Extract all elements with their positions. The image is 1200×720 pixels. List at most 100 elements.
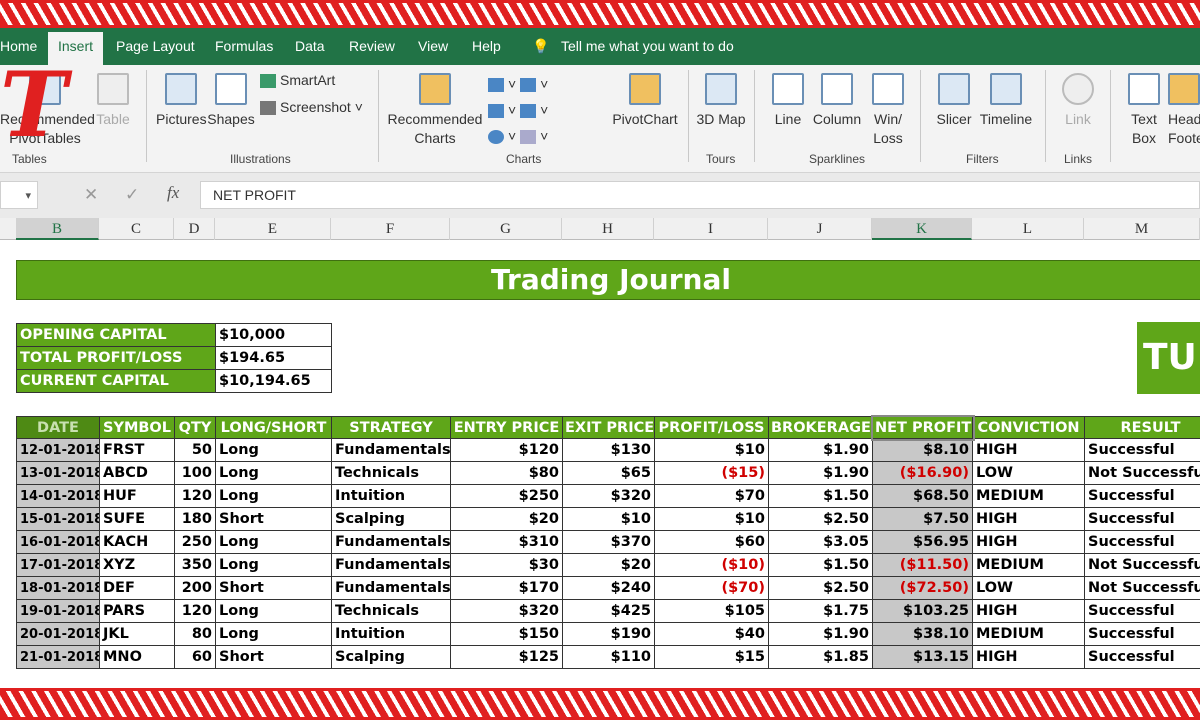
header-long-short[interactable]: LONG/SHORT: [215, 416, 332, 439]
cell-profit-loss[interactable]: ($15): [654, 461, 769, 485]
formula-input[interactable]: NET PROFIT: [200, 181, 1200, 209]
column-header-e[interactable]: E: [215, 218, 331, 240]
tab-view[interactable]: View: [418, 38, 448, 54]
header-profit-loss[interactable]: PROFIT/LOSS: [654, 416, 769, 439]
cell-qty[interactable]: 350: [174, 553, 216, 577]
cell-qty[interactable]: 180: [174, 507, 216, 531]
cell-entry-price[interactable]: $30: [450, 553, 563, 577]
cell-exit-price[interactable]: $130: [562, 438, 655, 462]
cell-long-short[interactable]: Short: [215, 507, 332, 531]
cell-date[interactable]: 15-01-2018: [16, 507, 100, 531]
cell-strategy[interactable]: Scalping: [331, 645, 451, 669]
cell-exit-price[interactable]: $20: [562, 553, 655, 577]
cell-qty[interactable]: 120: [174, 484, 216, 508]
cell-entry-price[interactable]: $250: [450, 484, 563, 508]
cell-symbol[interactable]: JKL: [99, 622, 175, 646]
column-header-d[interactable]: D: [174, 218, 215, 240]
cell-qty[interactable]: 200: [174, 576, 216, 600]
cell-entry-price[interactable]: $320: [450, 599, 563, 623]
table-button[interactable]: Table: [95, 73, 131, 129]
tab-review[interactable]: Review: [349, 38, 395, 54]
cell-exit-price[interactable]: $110: [562, 645, 655, 669]
cell-net-profit[interactable]: $56.95: [872, 530, 973, 554]
column-header-j[interactable]: J: [768, 218, 872, 240]
header-qty[interactable]: QTY: [174, 416, 216, 439]
cell-conviction[interactable]: HIGH: [972, 438, 1085, 462]
cell-conviction[interactable]: LOW: [972, 461, 1085, 485]
cell-entry-price[interactable]: $20: [450, 507, 563, 531]
summary-label[interactable]: TOTAL PROFIT/LOSS: [16, 346, 216, 370]
sparkline-winloss-button[interactable]: Win/ Loss: [868, 73, 908, 148]
cell-date[interactable]: 17-01-2018: [16, 553, 100, 577]
header-brokerage[interactable]: BROKERAGE: [768, 416, 873, 439]
cell-brokerage[interactable]: $1.50: [768, 484, 873, 508]
header-net-profit[interactable]: NET PROFIT: [870, 414, 975, 441]
cell-strategy[interactable]: Fundamentals: [331, 530, 451, 554]
cell-strategy[interactable]: Fundamentals: [331, 576, 451, 600]
header-entry-price[interactable]: ENTRY PRICE: [450, 416, 563, 439]
cell-qty[interactable]: 100: [174, 461, 216, 485]
pictures-button[interactable]: Pictures: [156, 73, 207, 129]
cell-profit-loss[interactable]: $70: [654, 484, 769, 508]
cell-brokerage[interactable]: $1.75: [768, 599, 873, 623]
tab-formulas[interactable]: Formulas: [215, 38, 273, 54]
3d-map-button[interactable]: 3D Map: [696, 73, 746, 129]
cell-entry-price[interactable]: $170: [450, 576, 563, 600]
cell-net-profit[interactable]: $7.50: [872, 507, 973, 531]
cell-entry-price[interactable]: $120: [450, 438, 563, 462]
function-icon[interactable]: fx: [167, 183, 179, 203]
sparkline-column-button[interactable]: Column: [812, 73, 862, 129]
column-header-h[interactable]: H: [562, 218, 654, 240]
cell-net-profit[interactable]: ($11.50): [872, 553, 973, 577]
cell-conviction[interactable]: HIGH: [972, 507, 1085, 531]
cell-brokerage[interactable]: $3.05: [768, 530, 873, 554]
column-header-c[interactable]: C: [99, 218, 174, 240]
cell-result[interactable]: Successful: [1084, 530, 1200, 554]
cell-symbol[interactable]: XYZ: [99, 553, 175, 577]
cell-result[interactable]: Not Successful: [1084, 461, 1200, 485]
cancel-icon[interactable]: ✕: [84, 185, 98, 205]
cell-entry-price[interactable]: $310: [450, 530, 563, 554]
cell-date[interactable]: 20-01-2018: [16, 622, 100, 646]
cell-symbol[interactable]: HUF: [99, 484, 175, 508]
cell-long-short[interactable]: Long: [215, 553, 332, 577]
cell-exit-price[interactable]: $425: [562, 599, 655, 623]
cell-date[interactable]: 13-01-2018: [16, 461, 100, 485]
cell-date[interactable]: 18-01-2018: [16, 576, 100, 600]
cell-result[interactable]: Successful: [1084, 438, 1200, 462]
cell-strategy[interactable]: Fundamentals: [331, 438, 451, 462]
tab-page-layout[interactable]: Page Layout: [116, 38, 195, 54]
cell-long-short[interactable]: Short: [215, 576, 332, 600]
smartart-button[interactable]: SmartArt: [260, 71, 335, 90]
cell-result[interactable]: Not Successful: [1084, 553, 1200, 577]
cell-net-profit[interactable]: ($72.50): [872, 576, 973, 600]
cell-qty[interactable]: 120: [174, 599, 216, 623]
cell-strategy[interactable]: Scalping: [331, 507, 451, 531]
timeline-button[interactable]: Timeline: [978, 73, 1034, 129]
column-header-g[interactable]: G: [450, 218, 562, 240]
cell-profit-loss[interactable]: ($70): [654, 576, 769, 600]
recommended-charts-button[interactable]: Recommended Charts: [386, 73, 484, 148]
cell-conviction[interactable]: HIGH: [972, 530, 1085, 554]
header-result[interactable]: RESULT: [1084, 416, 1200, 439]
column-header-l[interactable]: L: [972, 218, 1084, 240]
cell-brokerage[interactable]: $1.90: [768, 438, 873, 462]
header-conviction[interactable]: CONVICTION: [972, 416, 1085, 439]
cell-symbol[interactable]: MNO: [99, 645, 175, 669]
cell-date[interactable]: 21-01-2018: [16, 645, 100, 669]
column-header-f[interactable]: F: [331, 218, 450, 240]
cell-conviction[interactable]: MEDIUM: [972, 484, 1085, 508]
cell-exit-price[interactable]: $10: [562, 507, 655, 531]
cell-strategy[interactable]: Intuition: [331, 484, 451, 508]
cell-result[interactable]: Not Successful: [1084, 576, 1200, 600]
cell-brokerage[interactable]: $2.50: [768, 507, 873, 531]
cell-conviction[interactable]: LOW: [972, 576, 1085, 600]
cell-brokerage[interactable]: $1.50: [768, 553, 873, 577]
cell-long-short[interactable]: Long: [215, 484, 332, 508]
cell-net-profit[interactable]: $38.10: [872, 622, 973, 646]
cell-long-short[interactable]: Long: [215, 599, 332, 623]
cell-long-short[interactable]: Short: [215, 645, 332, 669]
cell-long-short[interactable]: Long: [215, 622, 332, 646]
cell-qty[interactable]: 50: [174, 438, 216, 462]
cell-symbol[interactable]: KACH: [99, 530, 175, 554]
